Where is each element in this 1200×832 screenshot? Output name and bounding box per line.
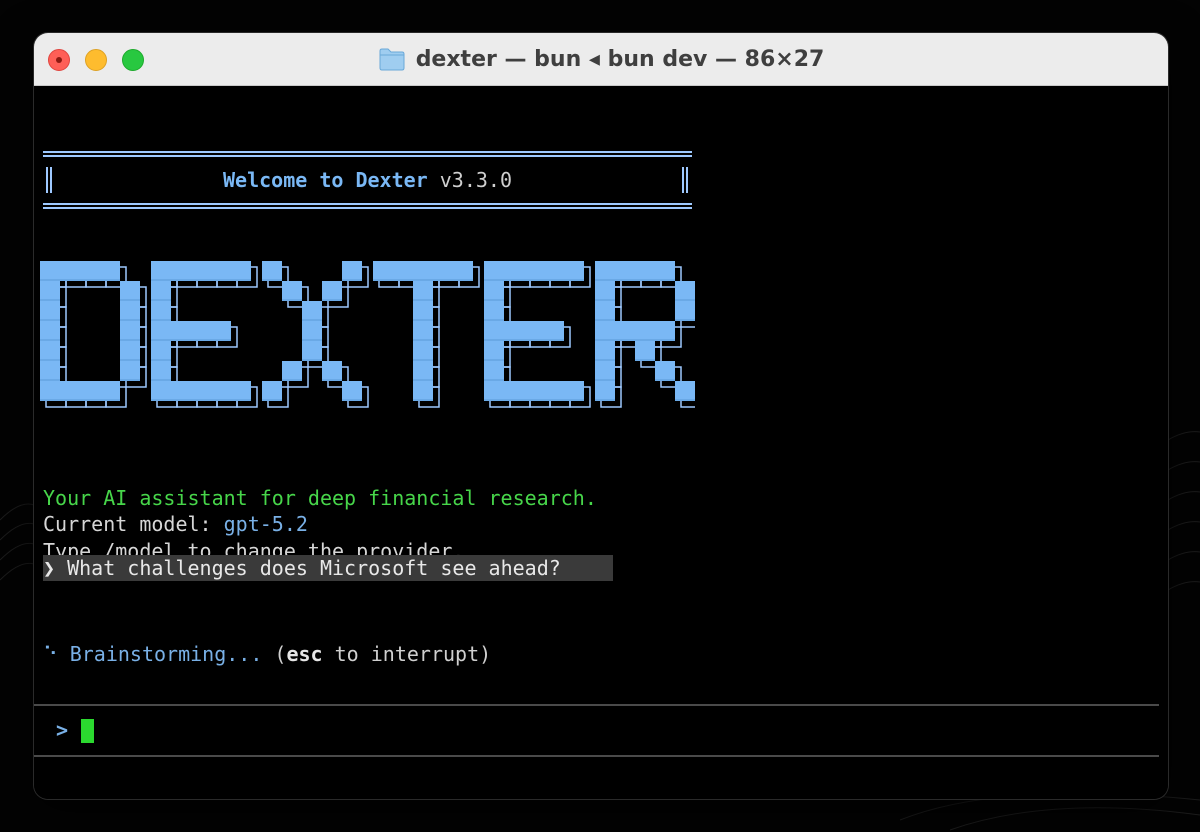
dexter-logo [40, 261, 695, 408]
query-marker-icon: ❯ [43, 556, 56, 580]
folder-icon [379, 48, 405, 71]
logo-letter-d [40, 261, 147, 408]
spinner-icon: ⠑ [43, 642, 58, 666]
prompt-arrow-icon: > [56, 718, 69, 742]
title-group: dexter — bun ◂ bun dev — 86×27 [34, 33, 1168, 85]
terminal-content[interactable]: Welcome to Dexter v3.3.0 Your AI assista… [34, 86, 1168, 799]
model-label: Current model: [43, 512, 224, 536]
logo-letter-x [262, 261, 369, 408]
banner-top-rule [43, 151, 692, 157]
user-query: ❯ What challenges does Microsoft see ahe… [43, 555, 613, 581]
banner-bottom-rule [43, 203, 692, 209]
welcome-text: Welcome to Dexter [223, 168, 428, 192]
welcome-banner: Welcome to Dexter v3.3.0 [43, 167, 692, 193]
logo-letter-r [595, 261, 695, 408]
status-paren-rest: to interrupt) [322, 642, 492, 666]
status-line: ⠑ Brainstorming... (esc to interrupt) [43, 641, 491, 667]
tagline: Your AI assistant for deep financial res… [43, 486, 597, 510]
input-bottom-divider [34, 755, 1159, 757]
title-bar[interactable]: dexter — bun ◂ bun dev — 86×27 [34, 33, 1168, 86]
logo-letter-t [373, 261, 480, 408]
text-cursor [81, 719, 94, 743]
query-text: What challenges does Microsoft see ahead… [67, 556, 561, 580]
model-value: gpt-5.2 [223, 512, 308, 536]
terminal-window: dexter — bun ◂ bun dev — 86×27 Welcome t… [34, 33, 1168, 799]
logo-letter-e [484, 261, 591, 408]
model-line: Current model: gpt-5.2 [43, 511, 308, 537]
window-title: dexter — bun ◂ bun dev — 86×27 [415, 46, 825, 72]
status-text: Brainstorming... [69, 642, 263, 666]
status-paren-open: ( [262, 642, 287, 666]
esc-key-label: esc [286, 642, 323, 666]
logo-letter-e [151, 261, 258, 408]
version-label: v3.3.0 [439, 168, 512, 192]
input-top-divider [34, 704, 1159, 706]
prompt-input[interactable] [98, 717, 1138, 743]
